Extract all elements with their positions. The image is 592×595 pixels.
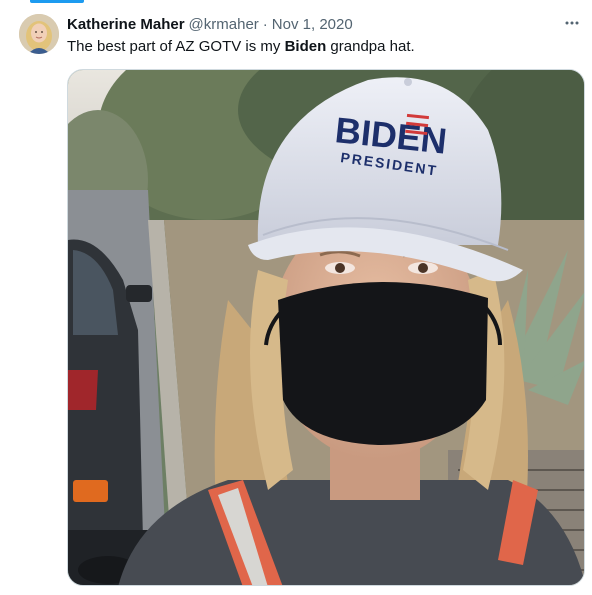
tweet-text-bold: Biden <box>284 38 327 55</box>
tweet-card[interactable]: Katherine Maher @krmaher · Nov 1, 2020 T… <box>0 0 592 595</box>
tweet-text-part-2: grandpa hat. <box>326 38 415 55</box>
tweet-photo[interactable]: BIDEN PRESIDENT <box>67 69 585 586</box>
tweet-text-part-1: The best part of AZ GOTV is my <box>67 38 285 55</box>
author-avatar[interactable] <box>19 14 59 54</box>
selfie-illustration: BIDEN PRESIDENT <box>68 70 584 585</box>
tweet-date[interactable]: Nov 1, 2020 <box>272 16 353 33</box>
tweet-text: The best part of AZ GOTV is my Biden gra… <box>67 37 415 57</box>
more-horizontal-icon[interactable] <box>560 14 584 34</box>
author-handle[interactable]: @krmaher <box>189 16 259 33</box>
author-name[interactable]: Katherine Maher <box>67 16 185 33</box>
header-separator: · <box>262 15 268 33</box>
tweet-header: Katherine Maher @krmaher · Nov 1, 2020 <box>67 14 353 34</box>
